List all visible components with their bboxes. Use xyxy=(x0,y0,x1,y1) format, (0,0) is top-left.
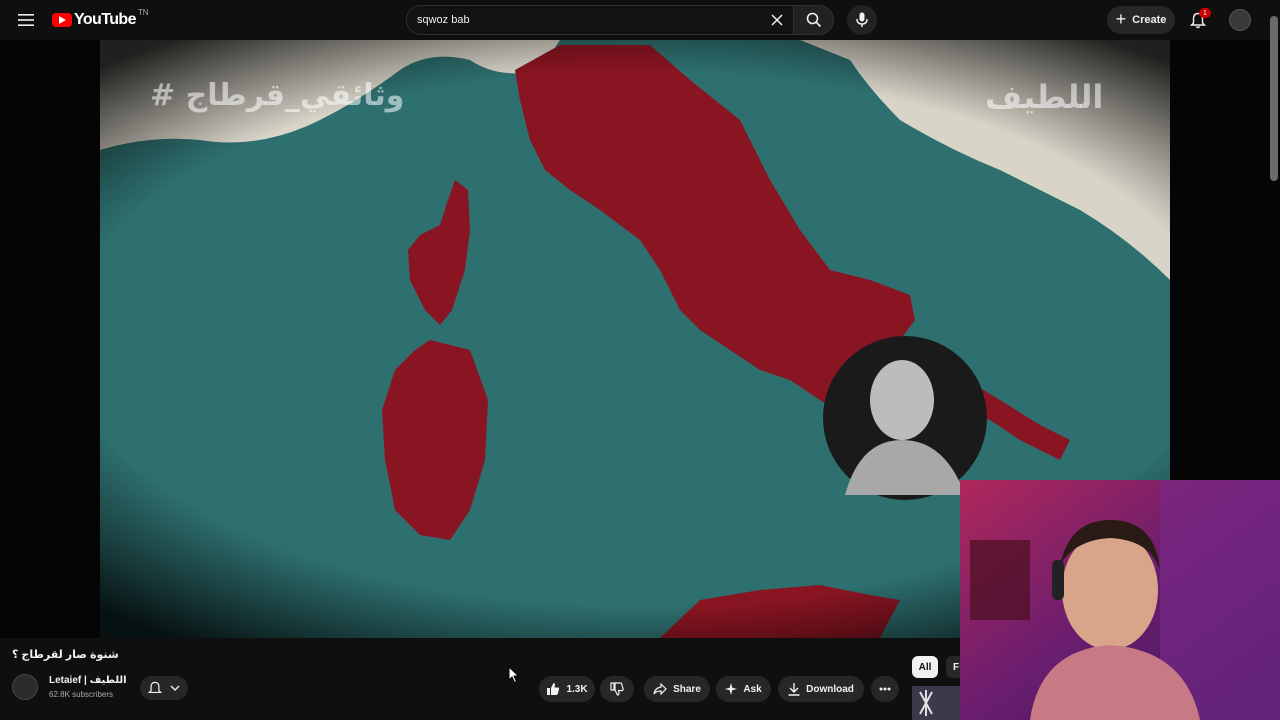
youtube-logo[interactable]: YouTube TN xyxy=(52,8,149,30)
youtube-logo-icon xyxy=(52,13,72,27)
share-icon xyxy=(653,683,667,695)
like-button[interactable]: 1.3K xyxy=(539,676,595,702)
sparkle-icon xyxy=(725,683,738,695)
notification-badge: 1 xyxy=(1199,8,1211,18)
page-scrollbar[interactable] xyxy=(1270,16,1278,181)
share-button[interactable]: Share xyxy=(644,676,710,702)
brand-watermark: اللطيف xyxy=(985,78,1104,116)
more-actions-button[interactable] xyxy=(871,676,899,702)
webcam-overlay xyxy=(960,480,1280,720)
search-box xyxy=(406,5,794,35)
dislike-icon xyxy=(610,682,624,696)
channel-avatar[interactable] xyxy=(12,674,38,700)
channel-name[interactable]: Letaief | اللطيف xyxy=(49,675,127,686)
chevron-down-icon xyxy=(170,685,180,691)
logo-text: YouTube xyxy=(74,11,136,28)
download-icon xyxy=(788,682,800,696)
video-title: شنوة صار لقرطاج ؟ xyxy=(12,649,119,661)
headset xyxy=(1052,560,1064,600)
streamer-face xyxy=(1062,530,1158,650)
user-avatar[interactable] xyxy=(1229,9,1251,31)
subscription-bell-button[interactable] xyxy=(140,676,188,700)
share-label: Share xyxy=(673,683,701,695)
subscriber-count: 62.8K subscribers xyxy=(49,690,114,699)
chip-all[interactable]: All xyxy=(912,656,938,678)
more-icon xyxy=(879,687,891,691)
left-letterbox xyxy=(0,40,100,638)
mouse-cursor-icon xyxy=(508,666,520,684)
dislike-button[interactable] xyxy=(600,676,634,702)
search-icon xyxy=(806,12,821,28)
ask-button[interactable]: Ask xyxy=(716,676,771,702)
download-button[interactable]: Download xyxy=(778,676,864,702)
plus-icon: + xyxy=(1115,9,1127,29)
create-button[interactable]: + Create xyxy=(1107,6,1175,34)
bell-icon xyxy=(148,681,162,693)
like-count: 1.3K xyxy=(566,683,588,695)
like-icon xyxy=(547,683,560,695)
voice-search-button[interactable] xyxy=(847,5,877,35)
download-label: Download xyxy=(806,683,854,695)
search-input[interactable] xyxy=(417,6,757,34)
menu-icon[interactable] xyxy=(14,8,38,32)
recommended-thumbnail[interactable] xyxy=(912,686,960,720)
ask-label: Ask xyxy=(743,683,762,695)
hashtag-watermark: # وثائقي_قرطاج xyxy=(150,78,405,113)
create-label: Create xyxy=(1132,14,1167,26)
mic-icon xyxy=(856,12,868,27)
logo-country-code: TN xyxy=(137,8,149,17)
search-button[interactable] xyxy=(794,5,834,35)
masthead: YouTube TN + Create 1 xyxy=(0,0,1280,40)
webcam-feed xyxy=(960,480,1280,720)
clear-icon[interactable] xyxy=(767,10,787,30)
